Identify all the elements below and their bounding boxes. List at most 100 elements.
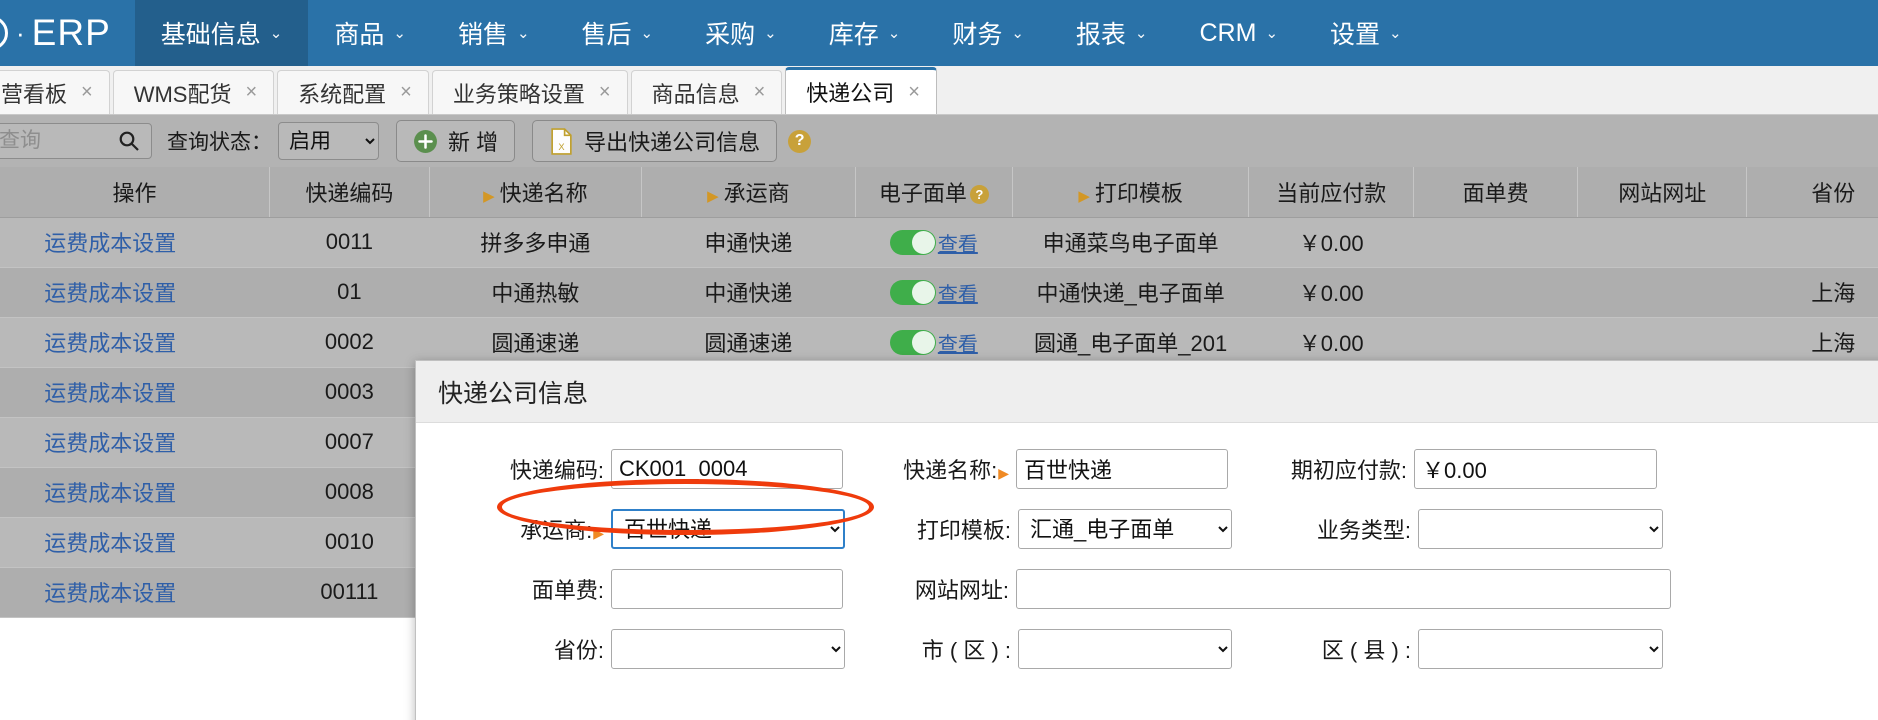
view-link[interactable]: 查看 <box>938 278 978 307</box>
express-company-info-dialog: 快递公司信息 快递编码: 快递名称:▶ 期初应付款: <box>415 360 1878 720</box>
tab-label: WMS配货 <box>133 81 232 107</box>
freight-cost-setting-link[interactable]: 运费成本设置 <box>44 581 176 606</box>
opening-payable-input[interactable] <box>1414 449 1657 489</box>
help-icon[interactable]: ? <box>788 129 812 153</box>
cell-name: 中通热敏 <box>429 267 642 318</box>
view-link[interactable]: 查看 <box>938 328 978 357</box>
table-header-label: 面单费 <box>1462 180 1529 206</box>
carrier-label: 承运商:▶ <box>520 518 604 543</box>
tab-2[interactable]: WMS配货 × <box>112 70 275 114</box>
nav-item-10[interactable]: 设置 ⌄ <box>1304 0 1428 66</box>
express-code-input[interactable] <box>611 449 843 489</box>
view-link[interactable]: 查看 <box>938 228 978 257</box>
tab-close-icon[interactable]: × <box>81 81 93 104</box>
table-row[interactable]: 运费成本设置 0011 拼多多申通 申通快递 查看 申通菜鸟电子面单 ￥0.00 <box>0 217 1878 268</box>
nav-item-4[interactable]: 售后 ⌄ <box>556 0 680 66</box>
city-select[interactable] <box>1018 629 1232 669</box>
electronic-sheet-toggle[interactable] <box>889 279 936 305</box>
city-label: 市 ( 区 ) : <box>921 638 1011 663</box>
province-field: 省份: <box>500 629 845 669</box>
sheet-fee-label: 面单费: <box>531 578 604 603</box>
table-header-label: 当前应付款 <box>1276 180 1387 206</box>
table-header-4[interactable]: ▶ 承运商 <box>641 167 856 218</box>
table-header-8[interactable]: 面单费 <box>1413 167 1579 218</box>
table-header-5[interactable]: 电子面单? <box>855 167 1014 218</box>
print-template-select[interactable]: 汇通_电子面单 <box>1018 509 1232 549</box>
nav-item-6[interactable]: 库存 ⌄ <box>803 0 927 66</box>
search-icon[interactable] <box>117 129 141 158</box>
electronic-sheet-toggle[interactable] <box>889 329 936 355</box>
table-header-10[interactable]: 省份 <box>1746 167 1878 218</box>
cell-fee <box>1413 217 1578 268</box>
form-row-2: 承运商:▶ 百世快递 打印模板: 汇通_电子面单 业务类型: <box>416 499 1878 559</box>
table-header-row: 操作 快递编码 ▶ 快递名称 ▶ 承运商 电子面单? ▶ 打印模板 当前应付款 面单费 网站网址 省份 <box>0 167 1878 218</box>
nav-item-9[interactable]: CRM ⌄ <box>1174 0 1305 66</box>
cell-name: 拼多多申通 <box>429 217 642 268</box>
province-select[interactable] <box>611 629 845 669</box>
export-button-label: 导出快递公司信息 <box>584 130 761 155</box>
freight-cost-setting-link[interactable]: 运费成本设置 <box>44 481 176 506</box>
nav-item-1[interactable]: 基础信息 ⌄ <box>134 0 309 66</box>
nav-item-2[interactable]: 商品 ⌄ <box>308 0 432 66</box>
website-input[interactable] <box>1016 569 1671 609</box>
table-header-2[interactable]: 快递编码 <box>269 167 430 218</box>
tab-1[interactable]: 营看板 × <box>0 70 110 114</box>
nav-item-label: 财务 <box>952 21 1003 49</box>
express-name-field: 快递名称:▶ <box>903 449 1228 489</box>
tab-6[interactable]: 快递公司 × <box>785 67 937 114</box>
carrier-select[interactable]: 百世快递 <box>611 509 845 549</box>
table-header-9[interactable]: 网站网址 <box>1577 167 1748 218</box>
tab-label: 营看板 <box>1 81 68 107</box>
tab-close-icon[interactable]: × <box>245 81 257 104</box>
tab-close-icon[interactable]: × <box>754 81 766 104</box>
electronic-sheet-toggle[interactable] <box>889 229 936 255</box>
cell-code: 0003 <box>269 367 430 418</box>
tab-3[interactable]: 系统配置 × <box>277 70 429 114</box>
svg-text:X: X <box>559 141 566 151</box>
chevron-down-icon: ⌄ <box>640 25 654 42</box>
tab-close-icon[interactable]: × <box>908 81 920 104</box>
print-template-label: 打印模板: <box>916 518 1011 543</box>
freight-cost-setting-link[interactable]: 运费成本设置 <box>44 281 176 306</box>
freight-cost-setting-link[interactable]: 运费成本设置 <box>44 381 176 406</box>
freight-cost-setting-link[interactable]: 运费成本设置 <box>44 531 176 556</box>
sort-caret-icon: ▶ <box>1078 187 1090 205</box>
table-header-3[interactable]: ▶ 快递名称 <box>429 167 643 218</box>
freight-cost-setting-link[interactable]: 运费成本设置 <box>44 331 176 356</box>
freight-cost-setting-link[interactable]: 运费成本设置 <box>44 231 176 256</box>
table-header-1[interactable]: 操作 <box>0 167 271 218</box>
tab-4[interactable]: 业务策略设置 × <box>431 70 628 114</box>
nav-item-label: 售后 <box>581 21 632 49</box>
export-button[interactable]: X 导出快递公司信息 <box>532 120 778 162</box>
status-filter-select[interactable]: 启用禁用全部 <box>278 122 379 160</box>
tab-label: 快递公司 <box>806 81 895 106</box>
table-header-7[interactable]: 当前应付款 <box>1248 167 1415 218</box>
table-row[interactable]: 运费成本设置 01 中通热敏 中通快递 查看 中通快递_电子面单 ￥0.00 上海 <box>0 267 1878 318</box>
table-header-label: 电子面单 <box>878 180 967 206</box>
table-header-6[interactable]: ▶ 打印模板 <box>1012 167 1250 218</box>
website-field: 网站网址: <box>903 569 1671 609</box>
express-name-input[interactable] <box>1016 449 1228 489</box>
tab-close-icon[interactable]: × <box>599 81 611 104</box>
nav-item-3[interactable]: 销售 ⌄ <box>432 0 556 66</box>
toolbar: 查询状态： 启用禁用全部 新 增 X 导出快递公司信息 ? <box>0 115 1878 167</box>
nav-item-label: 基础信息 <box>160 21 261 49</box>
tab-5[interactable]: 商品信息 × <box>630 70 783 114</box>
sort-caret-icon: ▶ <box>483 187 495 205</box>
nav-item-8[interactable]: 报表 ⌄ <box>1050 0 1174 66</box>
cell-electronic-sheet: 查看 <box>855 267 1013 318</box>
business-type-select[interactable] <box>1418 509 1663 549</box>
nav-item-7[interactable]: 财务 ⌄ <box>926 0 1050 66</box>
add-button[interactable]: 新 增 <box>396 120 516 162</box>
cell-code: 0011 <box>269 217 430 268</box>
print-template-field: 打印模板: 汇通_电子面单 <box>905 509 1232 549</box>
cell-operation: 运费成本设置 <box>0 517 270 568</box>
nav-item-5[interactable]: 采购 ⌄ <box>679 0 803 66</box>
search-box[interactable] <box>0 123 152 159</box>
district-select[interactable] <box>1418 629 1663 669</box>
sheet-fee-input[interactable] <box>611 569 843 609</box>
tab-close-icon[interactable]: × <box>400 81 412 104</box>
chevron-down-icon: ⌄ <box>1389 25 1402 42</box>
freight-cost-setting-link[interactable]: 运费成本设置 <box>44 431 176 456</box>
help-icon[interactable]: ? <box>969 184 989 204</box>
